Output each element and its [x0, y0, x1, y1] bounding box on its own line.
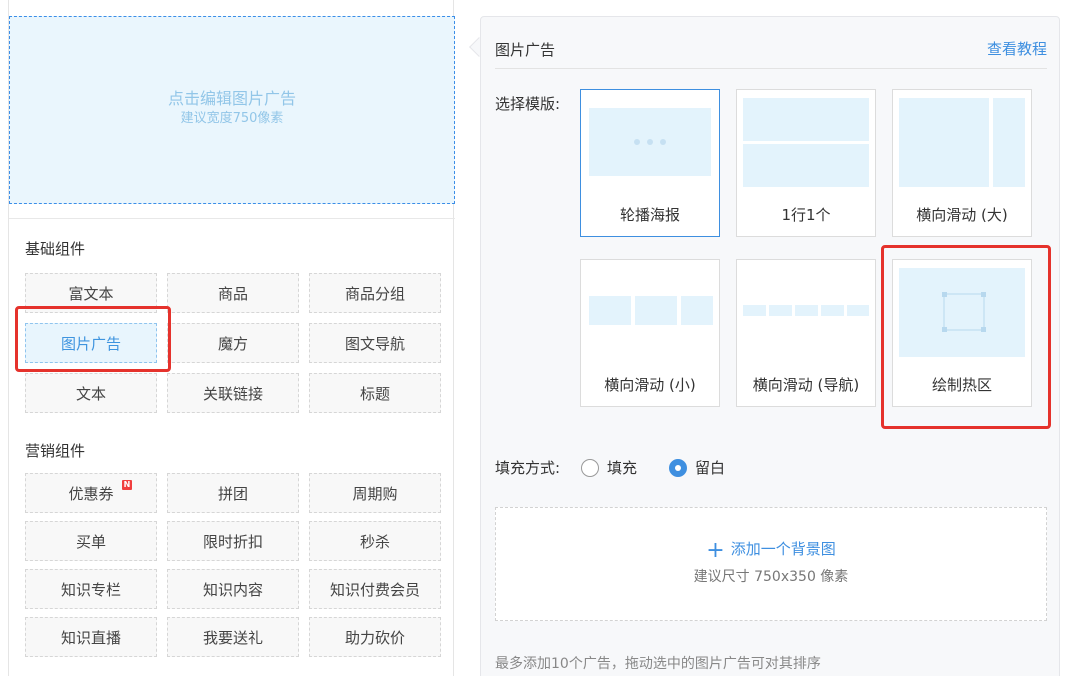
- component-pay-bill[interactable]: 买单: [25, 521, 157, 561]
- plus-icon: +: [706, 538, 725, 563]
- fill-mode-label: 填充方式:: [495, 459, 561, 477]
- component-send-gift[interactable]: 我要送礼: [167, 617, 299, 657]
- add-background-label: 添加一个背景图: [730, 540, 836, 558]
- template-scroll-small-label: 横向滑动 (小): [604, 376, 696, 394]
- template-thumb: [821, 305, 844, 316]
- template-thumb: [743, 98, 869, 141]
- image-ad-preview[interactable]: 点击编辑图片广告 建议宽度750像素: [9, 16, 455, 204]
- highlight-box-image-ad: [15, 306, 171, 372]
- template-one-per-row[interactable]: 1行1个: [736, 89, 876, 237]
- radio-blank-label[interactable]: 留白: [695, 457, 725, 478]
- template-thumb: [847, 305, 869, 316]
- component-knowledge-member[interactable]: 知识付费会员: [309, 569, 441, 609]
- component-text[interactable]: 文本: [25, 373, 157, 413]
- basic-group-title: 基础组件: [25, 240, 86, 258]
- preview-title: 点击编辑图片广告: [167, 89, 296, 108]
- divider: [9, 218, 455, 219]
- component-seckill[interactable]: 秒杀: [309, 521, 441, 561]
- template-scroll-large[interactable]: 横向滑动 (大): [892, 89, 1032, 237]
- template-carousel[interactable]: 轮播海报: [580, 89, 720, 237]
- component-product-group[interactable]: 商品分组: [309, 273, 441, 313]
- template-thumb: [743, 144, 869, 187]
- add-background-hint: 建议尺寸 750x350 像素: [693, 569, 849, 585]
- component-product[interactable]: 商品: [167, 273, 299, 313]
- component-knowledge-live[interactable]: 知识直播: [25, 617, 157, 657]
- coupon-label: 优惠券: [68, 484, 114, 503]
- preview-subtitle: 建议宽度750像素: [180, 111, 284, 126]
- add-background-button[interactable]: + 添加一个背景图: [496, 538, 1046, 563]
- template-thumb: [681, 296, 713, 325]
- component-subscription[interactable]: 周期购: [309, 473, 441, 513]
- component-bargain[interactable]: 助力砍价: [309, 617, 441, 657]
- panel-title: 图片广告: [495, 41, 556, 59]
- tutorial-link[interactable]: 查看教程: [987, 38, 1047, 59]
- highlight-box-hotspot: [881, 245, 1051, 429]
- component-group-buy[interactable]: 拼团: [167, 473, 299, 513]
- template-thumb: [589, 108, 711, 176]
- template-one-per-row-label: 1行1个: [781, 206, 831, 224]
- radio-fill[interactable]: [581, 459, 599, 477]
- template-scroll-nav-label: 横向滑动 (导航): [752, 376, 860, 394]
- template-scroll-large-label: 横向滑动 (大): [916, 206, 1008, 224]
- component-coupon[interactable]: 优惠券 N: [25, 473, 157, 513]
- component-image-nav[interactable]: 图文导航: [309, 323, 441, 363]
- radio-fill-label[interactable]: 填充: [607, 457, 637, 478]
- template-thumb: [769, 305, 792, 316]
- component-knowledge-column[interactable]: 知识专栏: [25, 569, 157, 609]
- component-flash-discount[interactable]: 限时折扣: [167, 521, 299, 561]
- template-thumb: [589, 296, 631, 325]
- new-badge: N: [122, 480, 132, 490]
- marketing-components-grid: 优惠券 N 拼团 周期购 买单 限时折扣 秒杀 知识专栏 知识内容 知识付费会员…: [25, 473, 441, 657]
- component-heading[interactable]: 标题: [309, 373, 441, 413]
- carousel-dot: [660, 139, 666, 145]
- template-scroll-nav[interactable]: 横向滑动 (导航): [736, 259, 876, 407]
- radio-blank[interactable]: [669, 459, 687, 477]
- footer-note: 最多添加10个广告，拖动选中的图片广告可对其排序: [495, 656, 821, 672]
- template-carousel-label: 轮播海报: [619, 206, 680, 224]
- carousel-dot: [634, 139, 640, 145]
- template-scroll-small[interactable]: 横向滑动 (小): [580, 259, 720, 407]
- template-thumb: [899, 98, 989, 187]
- component-knowledge-content[interactable]: 知识内容: [167, 569, 299, 609]
- template-thumb: [795, 305, 818, 316]
- carousel-dot: [647, 139, 653, 145]
- add-background-area[interactable]: + 添加一个背景图 建议尺寸 750x350 像素: [495, 507, 1047, 621]
- template-label: 选择模版:: [495, 95, 561, 113]
- panel-header: 图片广告 查看教程: [495, 35, 1047, 69]
- component-magic-cube[interactable]: 魔方: [167, 323, 299, 363]
- template-thumb: [993, 98, 1025, 187]
- marketing-group-title: 营销组件: [25, 442, 86, 460]
- template-thumb: [635, 296, 677, 325]
- component-link[interactable]: 关联链接: [167, 373, 299, 413]
- template-thumb: [743, 305, 766, 316]
